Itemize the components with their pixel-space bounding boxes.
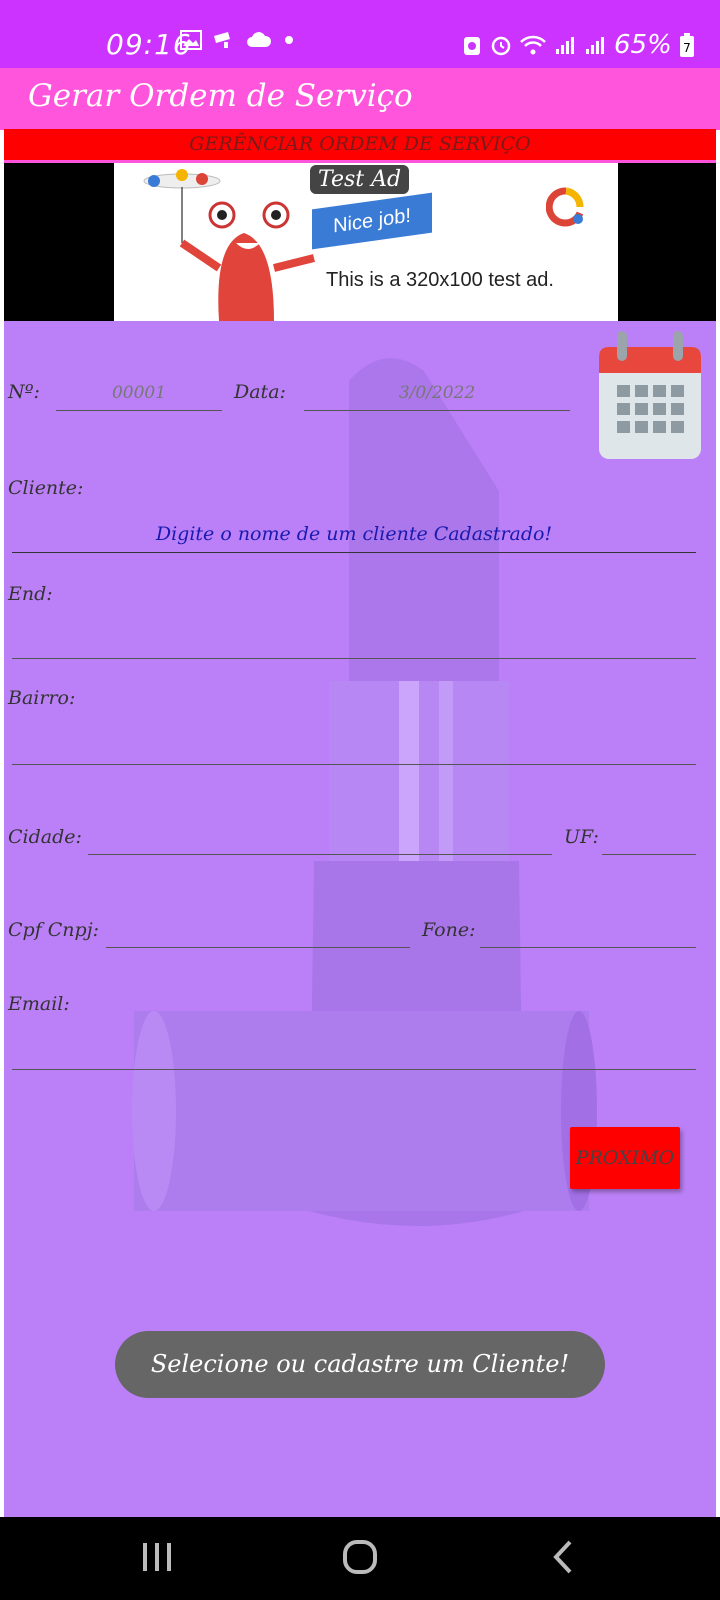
camera-icon	[214, 32, 230, 48]
app-title: Gerar Ordem de Serviço	[28, 78, 413, 114]
dot-icon	[285, 36, 293, 44]
cidade-label: Cidade:	[8, 826, 82, 848]
status-time: 09:16	[106, 28, 192, 61]
recycle-icon	[464, 37, 480, 55]
battery-percent: 65%	[614, 30, 672, 60]
endereco-label: End:	[8, 583, 53, 605]
cpf-cnpj-label: Cpf Cnpj:	[8, 919, 100, 941]
ad-flag: Nice job!	[312, 192, 432, 250]
cpf-cnpj-input[interactable]	[106, 909, 410, 945]
cloud-icon	[247, 32, 272, 47]
numero-label: Nº:	[8, 381, 40, 403]
system-icons: 65% 7	[462, 30, 694, 60]
alarm-icon	[491, 36, 511, 56]
section-header: GERÊNCIAR ORDEM DE SERVIÇO	[4, 129, 716, 160]
ad-banner-container: Nice job! Test Ad This is a 320x100 test…	[4, 163, 716, 321]
fone-underline	[480, 947, 696, 948]
ad-logo-icon	[546, 187, 584, 227]
toast-message: Selecione ou cadastre um Cliente!	[115, 1331, 605, 1398]
battery-digit: 7	[683, 41, 691, 55]
bairro-input[interactable]	[12, 721, 696, 761]
test-ad-badge: Test Ad	[310, 165, 410, 194]
uf-label: UF:	[564, 826, 599, 848]
numero-field[interactable]: 00001	[56, 383, 222, 403]
battery-icon: 7	[679, 33, 694, 57]
bairro-label: Bairro:	[8, 687, 76, 709]
fone-label: Fone:	[422, 919, 476, 941]
cliente-input[interactable]: Digite o nome de um cliente Cadastrado!	[12, 523, 696, 545]
navigation-bar	[0, 1517, 720, 1600]
back-icon[interactable]	[544, 1537, 584, 1577]
cliente-underline	[12, 552, 696, 553]
cidade-underline	[88, 854, 552, 855]
cpf-cnpj-underline	[106, 947, 410, 948]
uf-input[interactable]	[602, 816, 696, 852]
data-underline	[304, 410, 570, 411]
data-label: Data:	[234, 381, 286, 403]
calendar-icon[interactable]	[597, 329, 703, 461]
numero-underline	[56, 410, 222, 411]
data-field[interactable]: 3/0/2022	[304, 383, 570, 403]
bairro-underline	[12, 764, 696, 765]
gallery-icon	[180, 30, 202, 50]
ad-banner[interactable]: Nice job! Test Ad This is a 320x100 test…	[114, 163, 618, 321]
monster-icon	[143, 169, 315, 321]
home-icon[interactable]	[340, 1537, 380, 1577]
app-bar: Gerar Ordem de Serviço	[0, 68, 720, 130]
recent-apps-icon[interactable]	[137, 1537, 177, 1577]
endereco-underline	[12, 658, 696, 659]
cliente-label: Cliente:	[8, 477, 84, 499]
ad-text: This is a 320x100 test ad.	[326, 269, 554, 291]
email-label: Email:	[8, 993, 70, 1015]
notification-icons	[180, 30, 296, 50]
email-input[interactable]	[12, 1027, 696, 1067]
endereco-input[interactable]	[12, 617, 696, 657]
fone-input[interactable]	[480, 909, 696, 945]
signal-icon-1	[556, 37, 574, 54]
signal-icon-2	[586, 37, 604, 54]
cidade-input[interactable]	[88, 816, 552, 852]
uf-underline	[602, 854, 696, 855]
wifi-icon	[520, 35, 546, 55]
proximo-button[interactable]: PROXIMO	[570, 1127, 680, 1189]
email-underline	[12, 1069, 696, 1070]
service-order-form: Nº: 00001 Data: 3/0/2022 Cliente: Digite…	[4, 321, 716, 1517]
